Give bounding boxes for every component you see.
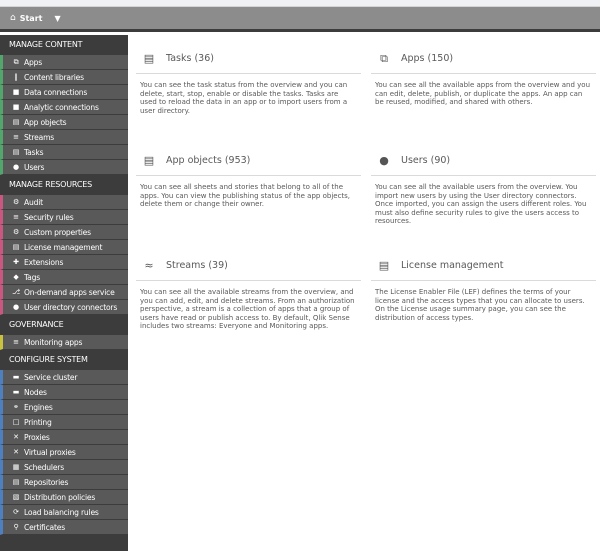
top-bar: ⌂ Start ▼ [0,7,600,32]
card-description: You can see all the available users from… [375,183,587,225]
license-icon: ▤ [12,243,20,251]
home-icon[interactable]: ⌂ [10,13,16,23]
data-connections-icon: ■ [12,88,20,96]
card-description: You can see all the available apps from … [375,81,591,106]
sidebar-item-proxies[interactable]: ✕ Proxies [0,430,128,445]
streams-icon: ≈ [144,259,154,272]
load-balancing-icon: ⟳ [13,508,19,516]
app-objects-icon: ▤ [143,154,155,167]
sidebar-item-load-balancing-rules[interactable]: ⟳ Load balancing rules [0,505,128,520]
card-users[interactable]: ● Users (90) You can see all the availab… [371,146,596,226]
caret-down-icon[interactable]: ▼ [54,14,60,23]
card-description: The License Enabler File (LEF) defines t… [375,288,585,322]
analytic-connections-icon: ■ [12,103,20,111]
card-description: You can see the task status from the ove… [140,81,348,115]
sidebar-item-service-cluster[interactable]: ▬ Service cluster [0,370,128,385]
section-manage-content: MANAGE CONTENT ⧉ Apps ‖ Content libraries … [0,35,128,175]
card-apps[interactable]: ⧉ Apps (150) You can see all the availab… [371,44,596,107]
sidebar-item-on-demand-apps-service[interactable]: ⎇ On-demand apps service [0,285,128,300]
repositories-icon: ▤ [12,478,20,486]
card-title[interactable]: License management [401,260,503,271]
tasks-icon: ▤ [12,148,20,156]
card-title[interactable]: Tasks (36) [166,53,214,64]
on-demand-icon: ⎇ [12,288,20,296]
section-header: MANAGE CONTENT [9,40,83,49]
audit-icon: ⚙ [12,198,20,206]
distribution-policies-icon: ▧ [12,493,20,501]
users-icon: ● [13,163,19,171]
card-streams[interactable]: ≈ Streams (39) You can see all the avail… [136,251,361,331]
card-license-management[interactable]: ▤ License management The License Enabler… [371,251,596,322]
sidebar-item-data-connections[interactable]: ■ Data connections [0,85,128,100]
sidebar-item-distribution-policies[interactable]: ▧ Distribution policies [0,490,128,505]
certificates-icon: ⚲ [13,523,19,531]
sidebar-item-engines[interactable]: ⚭ Engines [0,400,128,415]
overview-content: ▤ Tasks (36) You can see the task status… [128,35,600,551]
monitoring-apps-icon: ≡ [13,338,19,346]
sidebar-item-content-libraries[interactable]: ‖ Content libraries [0,70,128,85]
tasks-icon: ▤ [143,52,155,65]
section-governance: GOVERNANCE ≡ Monitoring apps [0,315,128,350]
section-configure-system: CONFIGURE SYSTEM ▬ Service cluster ▬ Nodes… [0,350,128,535]
schedulers-icon: ▦ [12,463,20,471]
card-app-objects[interactable]: ▤ App objects (953) You can see all shee… [136,146,361,209]
sidebar-item-virtual-proxies[interactable]: ✕ Virtual proxies [0,445,128,460]
user-directory-icon: ● [13,303,19,311]
section-header: MANAGE RESOURCES [9,180,93,189]
section-header: CONFIGURE SYSTEM [9,355,88,364]
sidebar-item-custom-properties[interactable]: ⚙ Custom properties [0,225,128,240]
sidebar-item-audit[interactable]: ⚙ Audit [0,195,128,210]
service-cluster-icon: ▬ [12,373,20,381]
card-tasks[interactable]: ▤ Tasks (36) You can see the task status… [136,44,361,115]
sidebar-item-nodes[interactable]: ▬ Nodes [0,385,128,400]
license-icon: ▤ [378,259,390,272]
section-manage-resources: MANAGE RESOURCES ⚙ Audit ≡ Security rules … [0,175,128,315]
tags-icon: ◆ [13,273,19,281]
card-description: You can see all sheets and stories that … [140,183,351,208]
card-title[interactable]: Users (90) [401,155,450,166]
printing-icon: □ [12,418,20,426]
sidebar-item-apps[interactable]: ⧉ Apps [0,55,128,70]
engines-icon: ⚭ [13,403,19,411]
sidebar-item-repositories[interactable]: ▤ Repositories [0,475,128,490]
sidebar-item-schedulers[interactable]: ▦ Schedulers [0,460,128,475]
start-menu-button[interactable]: Start [20,14,43,23]
sidebar-item-certificates[interactable]: ⚲ Certificates [0,520,128,535]
users-icon: ● [379,154,389,167]
sidebar-item-security-rules[interactable]: ≡ Security rules [0,210,128,225]
section-header: GOVERNANCE [9,320,64,329]
security-rules-icon: ≡ [13,213,19,221]
sidebar-item-user-directory-connectors[interactable]: ● User directory connectors [0,300,128,315]
nodes-icon: ▬ [12,388,20,396]
content-libraries-icon: ‖ [14,73,18,81]
card-description: You can see all the available streams fr… [140,288,355,330]
proxies-icon: ✕ [13,433,19,441]
app-objects-icon: ▤ [12,118,20,126]
card-title[interactable]: App objects (953) [166,155,250,166]
sidebar-item-users[interactable]: ● Users [0,160,128,175]
card-title[interactable]: Streams (39) [166,260,228,271]
sidebar-item-app-objects[interactable]: ▤ App objects [0,115,128,130]
virtual-proxies-icon: ✕ [13,448,19,456]
apps-icon: ⧉ [13,57,19,66]
sidebar: MANAGE CONTENT ⧉ Apps ‖ Content libraries … [0,35,128,551]
apps-icon: ⧉ [380,51,388,65]
sidebar-item-streams[interactable]: ≡ Streams [0,130,128,145]
streams-icon: ≡ [13,133,19,141]
custom-properties-icon: ⚙ [12,228,20,236]
card-title[interactable]: Apps (150) [401,53,453,64]
sidebar-item-analytic-connections[interactable]: ■ Analytic connections [0,100,128,115]
sidebar-item-tasks[interactable]: ▤ Tasks [0,145,128,160]
sidebar-item-monitoring-apps[interactable]: ≡ Monitoring apps [0,335,128,350]
sidebar-item-extensions[interactable]: ✚ Extensions [0,255,128,270]
browser-strip [0,0,600,7]
sidebar-item-license-management[interactable]: ▤ License management [0,240,128,255]
extensions-icon: ✚ [13,258,19,266]
sidebar-item-tags[interactable]: ◆ Tags [0,270,128,285]
sidebar-item-printing[interactable]: □ Printing [0,415,128,430]
